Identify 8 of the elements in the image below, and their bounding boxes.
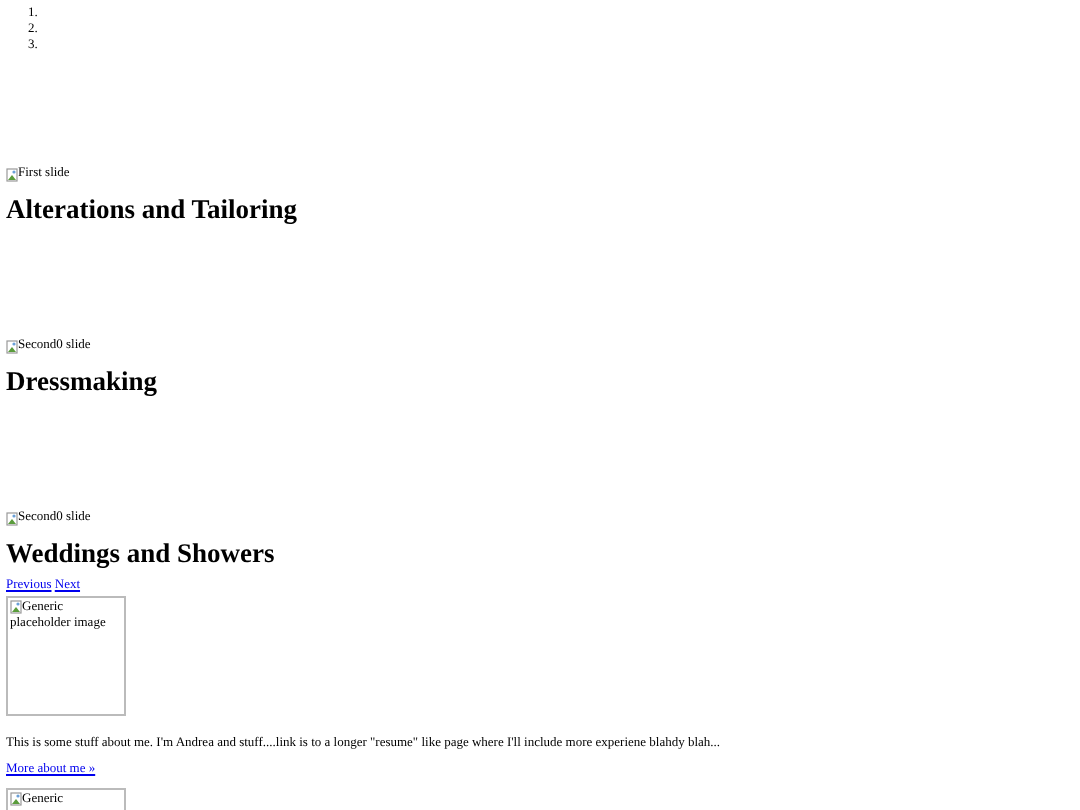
slide-caption: Dressmaking [6, 366, 160, 398]
broken-image-icon [6, 511, 18, 525]
broken-image-icon [6, 167, 18, 181]
broken-image-icon [6, 339, 18, 353]
slide-caption: Weddings and Showers [6, 538, 277, 570]
slide-caption: Alterations and Tailoring [6, 194, 300, 226]
broken-image-icon [10, 792, 22, 807]
broken-image-icon [10, 600, 22, 615]
